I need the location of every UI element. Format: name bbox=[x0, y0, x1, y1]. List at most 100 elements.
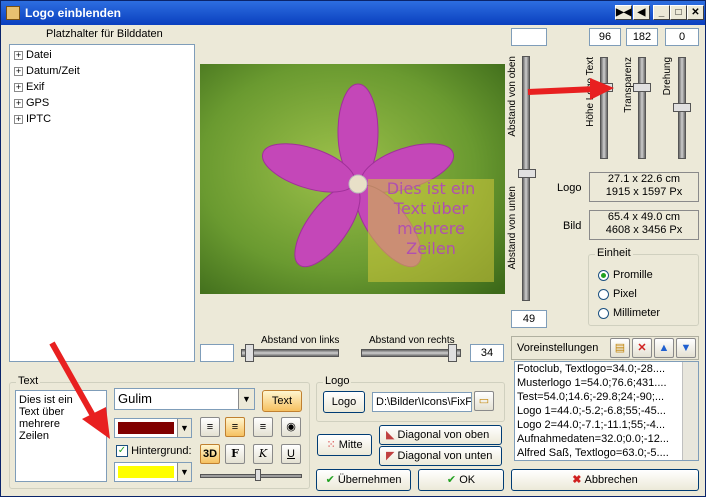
presets-list[interactable]: Fotoclub, Textlogo=34.0;-28.... Musterlo… bbox=[514, 361, 699, 461]
expand-icon[interactable]: + bbox=[14, 98, 23, 108]
abstand-rechts-input[interactable]: 34 bbox=[470, 344, 504, 362]
eye-icon[interactable]: ◉ bbox=[281, 417, 301, 437]
bg-color-select[interactable]: ▼ bbox=[114, 462, 192, 482]
diagonal-unten-button[interactable]: ◤ Diagonal von unten bbox=[379, 446, 502, 466]
preset-item[interactable]: Fotoclub, Textlogo=34.0;-28.... bbox=[515, 362, 698, 376]
center-dots-icon: ⁙ bbox=[326, 439, 339, 451]
overlay-text: Dies ist ein Text über mehrere Zeilen bbox=[386, 179, 476, 258]
preset-item[interactable]: Logo 1=44.0;-5.2;-6.8;55;-45... bbox=[515, 404, 698, 418]
abstand-oben-label: Abstand von oben bbox=[507, 56, 518, 137]
close-button[interactable]: ✕ bbox=[687, 5, 704, 20]
arrow-up-icon[interactable]: ▲ bbox=[654, 338, 674, 358]
hoehe-input[interactable]: 96 bbox=[589, 28, 621, 46]
preset-item[interactable]: Logo 2=44.0;-7.1;-11.1;55;-4... bbox=[515, 418, 698, 432]
radio-icon[interactable] bbox=[598, 269, 609, 281]
chevron-down-icon[interactable]: ▼ bbox=[177, 463, 191, 481]
text-color-select[interactable]: ▼ bbox=[114, 418, 192, 438]
presets-header: Voreinstellungen ▤ ✕ ▲ ▼ bbox=[511, 336, 699, 360]
abstand-unten-label: Abstand von unten bbox=[507, 186, 518, 270]
font-select[interactable]: Gulim ▼ bbox=[114, 388, 255, 410]
tree-item-gps[interactable]: + GPS bbox=[14, 95, 49, 111]
abstand-rechts-thumb[interactable] bbox=[448, 344, 457, 362]
mitte-button[interactable]: ⁙ Mitte bbox=[317, 434, 372, 456]
red-arrow-annotation-2 bbox=[49, 341, 110, 439]
abstand-oben-input[interactable] bbox=[511, 28, 547, 46]
checkbox-checked-icon[interactable]: ✓ bbox=[116, 445, 128, 458]
3d-button[interactable]: 3D bbox=[200, 444, 220, 464]
abstand-links-input[interactable] bbox=[200, 344, 234, 362]
logo-button[interactable]: Logo bbox=[323, 391, 365, 413]
abstand-rechts-slider[interactable] bbox=[361, 349, 461, 357]
arrow-down-icon[interactable]: ▼ bbox=[676, 338, 696, 358]
abstand-links-thumb[interactable] bbox=[245, 344, 254, 362]
pin-icon[interactable]: ▶◀ bbox=[615, 5, 632, 20]
ok-button[interactable]: ✔ OK bbox=[418, 469, 504, 491]
preset-item[interactable]: Alfred Saß, Textlogo=63.0;-5.... bbox=[515, 446, 698, 460]
preset-item[interactable]: Aufnahmedaten=32.0;0.0;-12... bbox=[515, 432, 698, 446]
dialog-window: Logo einblenden ▶◀ ◀ _ □ ✕ Platzhalter f… bbox=[0, 0, 706, 497]
chevron-down-icon[interactable]: ▼ bbox=[238, 389, 254, 409]
text-group-title: Text bbox=[16, 375, 41, 387]
diagonal-down-icon: ◣ bbox=[386, 429, 398, 441]
transparenz-slider[interactable] bbox=[638, 57, 646, 159]
uebernehmen-button[interactable]: ✔ Übernehmen bbox=[316, 469, 411, 491]
preset-item[interactable]: Test=54.0;14.6;-29.8;24;-90;... bbox=[515, 390, 698, 404]
bold-button[interactable]: F bbox=[225, 444, 245, 464]
align-center-icon[interactable]: ≡ bbox=[225, 417, 245, 437]
transparenz-input[interactable]: 182 bbox=[626, 28, 658, 46]
align-right-icon[interactable]: ≡ bbox=[253, 417, 273, 437]
tree-item-datum[interactable]: + Datum/Zeit bbox=[14, 63, 80, 79]
bild-size-label: Bild bbox=[563, 220, 582, 232]
hoehe-slider[interactable] bbox=[600, 57, 608, 159]
abstand-rechts-label: Abstand von rechts bbox=[369, 335, 455, 346]
delete-icon[interactable]: ✕ bbox=[632, 338, 652, 358]
radio-icon[interactable] bbox=[598, 288, 609, 300]
text-size-slider[interactable] bbox=[200, 474, 302, 478]
expand-icon[interactable]: + bbox=[14, 82, 23, 92]
expand-icon[interactable]: + bbox=[14, 50, 23, 60]
chevron-down-icon[interactable]: ▼ bbox=[177, 419, 191, 437]
expand-icon[interactable]: + bbox=[14, 66, 23, 76]
align-left-icon[interactable]: ≡ bbox=[200, 417, 220, 437]
einheit-group: Einheit Promille Pixel Millimeter bbox=[588, 247, 699, 326]
text-size-thumb[interactable] bbox=[255, 469, 261, 481]
expand-icon[interactable]: + bbox=[14, 114, 23, 124]
bg-color-swatch bbox=[118, 466, 174, 478]
italic-button[interactable]: K bbox=[253, 444, 273, 464]
logo-path-input[interactable]: D:\Bilder\Icons\FixF bbox=[372, 392, 472, 412]
presets-title: Voreinstellungen bbox=[517, 342, 599, 354]
bild-size-box: 65.4 x 49.0 cm 4608 x 3456 Px bbox=[589, 210, 699, 240]
preset-item[interactable]: Musterlogo 1=54.0;76.6;431.... bbox=[515, 376, 698, 390]
drehung-thumb[interactable] bbox=[673, 103, 691, 112]
radio-icon[interactable] bbox=[598, 307, 609, 319]
image-preview[interactable]: Dies ist ein Text über mehrere Zeilen bbox=[200, 64, 505, 294]
presets-scrollbar[interactable] bbox=[682, 362, 698, 460]
logo-group-title: Logo bbox=[323, 375, 352, 387]
drehung-input[interactable]: 0 bbox=[665, 28, 699, 46]
hintergrund-checkbox[interactable]: ✓ Hintergrund: bbox=[116, 445, 192, 458]
maximize-button[interactable]: □ bbox=[670, 5, 687, 20]
diagonal-up-icon: ◤ bbox=[386, 450, 398, 462]
radio-pixel[interactable]: Pixel bbox=[598, 288, 637, 300]
restore-left-icon[interactable]: ◀ bbox=[633, 5, 650, 20]
placeholder-tree: + Datei + Datum/Zeit + Exif + GPS + IPTC bbox=[9, 44, 195, 362]
abstand-unten-input[interactable]: 49 bbox=[511, 310, 547, 328]
radio-promille[interactable]: Promille bbox=[598, 269, 653, 281]
tree-item-exif[interactable]: + Exif bbox=[14, 79, 44, 95]
tree-item-iptc[interactable]: + IPTC bbox=[14, 111, 51, 127]
underline-button[interactable]: U bbox=[281, 444, 301, 464]
diagonal-oben-button[interactable]: ◣ Diagonal von oben bbox=[379, 425, 502, 445]
radio-millimeter[interactable]: Millimeter bbox=[598, 307, 660, 319]
folder-browse-icon[interactable]: ▭ bbox=[474, 391, 494, 411]
cancel-x-icon: ✖ bbox=[572, 474, 585, 486]
transparenz-thumb[interactable] bbox=[633, 83, 651, 92]
abbrechen-button[interactable]: ✖ Abbrechen bbox=[511, 469, 699, 491]
folder-open-icon[interactable]: ▤ bbox=[610, 338, 630, 358]
text-toggle-button[interactable]: Text bbox=[262, 390, 302, 412]
drehung-label: Drehung bbox=[662, 57, 673, 96]
abstand-vertical-thumb[interactable] bbox=[518, 169, 536, 178]
tree-item-datei[interactable]: + Datei bbox=[14, 47, 52, 63]
minimize-button[interactable]: _ bbox=[653, 5, 670, 20]
app-icon bbox=[6, 6, 20, 20]
abstand-links-slider[interactable] bbox=[241, 349, 339, 357]
